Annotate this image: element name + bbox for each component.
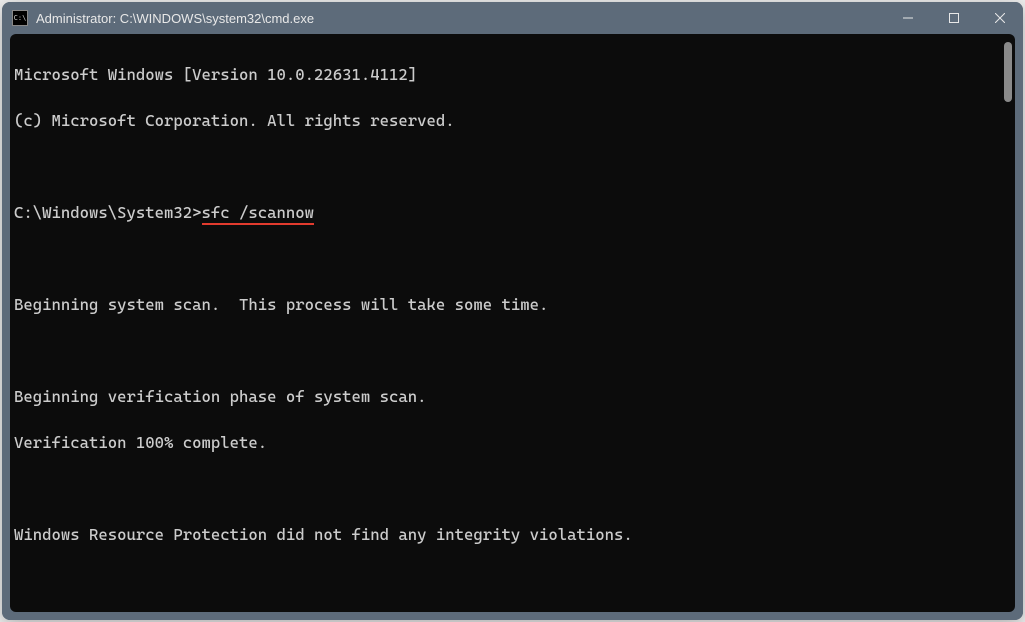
window-controls	[885, 2, 1023, 34]
output-line: Beginning system scan. This process will…	[14, 293, 997, 316]
output-blank	[14, 339, 997, 362]
output-blank	[14, 569, 997, 592]
output-line: (c) Microsoft Corporation. All rights re…	[14, 109, 997, 132]
output-blank	[14, 477, 997, 500]
close-icon	[995, 13, 1005, 23]
maximize-button[interactable]	[931, 2, 977, 34]
scrollbar-thumb[interactable]	[1004, 42, 1012, 102]
entered-command: sfc /scannow	[202, 203, 315, 225]
output-line: Microsoft Windows [Version 10.0.22631.41…	[14, 63, 997, 86]
terminal-output[interactable]: Microsoft Windows [Version 10.0.22631.41…	[10, 34, 1001, 612]
titlebar[interactable]: C:\ Administrator: C:\WINDOWS\system32\c…	[2, 2, 1023, 34]
scrollbar-track[interactable]	[1001, 34, 1015, 612]
cmd-window: C:\ Administrator: C:\WINDOWS\system32\c…	[2, 2, 1023, 620]
prompt-prefix: C:\Windows\System32>	[14, 203, 202, 222]
output-line: Beginning verification phase of system s…	[14, 385, 997, 408]
minimize-icon	[903, 13, 913, 23]
maximize-icon	[949, 13, 959, 23]
minimize-button[interactable]	[885, 2, 931, 34]
window-title: Administrator: C:\WINDOWS\system32\cmd.e…	[36, 11, 885, 26]
prompt-line: C:\Windows\System32>sfc /scannow	[14, 201, 997, 224]
output-line: Windows Resource Protection did not find…	[14, 523, 997, 546]
close-button[interactable]	[977, 2, 1023, 34]
terminal-container: Microsoft Windows [Version 10.0.22631.41…	[2, 34, 1023, 620]
cmd-icon-text: C:\	[14, 15, 27, 22]
output-blank	[14, 247, 997, 270]
output-line: Verification 100% complete.	[14, 431, 997, 454]
output-blank	[14, 155, 997, 178]
cmd-icon: C:\	[12, 10, 28, 26]
